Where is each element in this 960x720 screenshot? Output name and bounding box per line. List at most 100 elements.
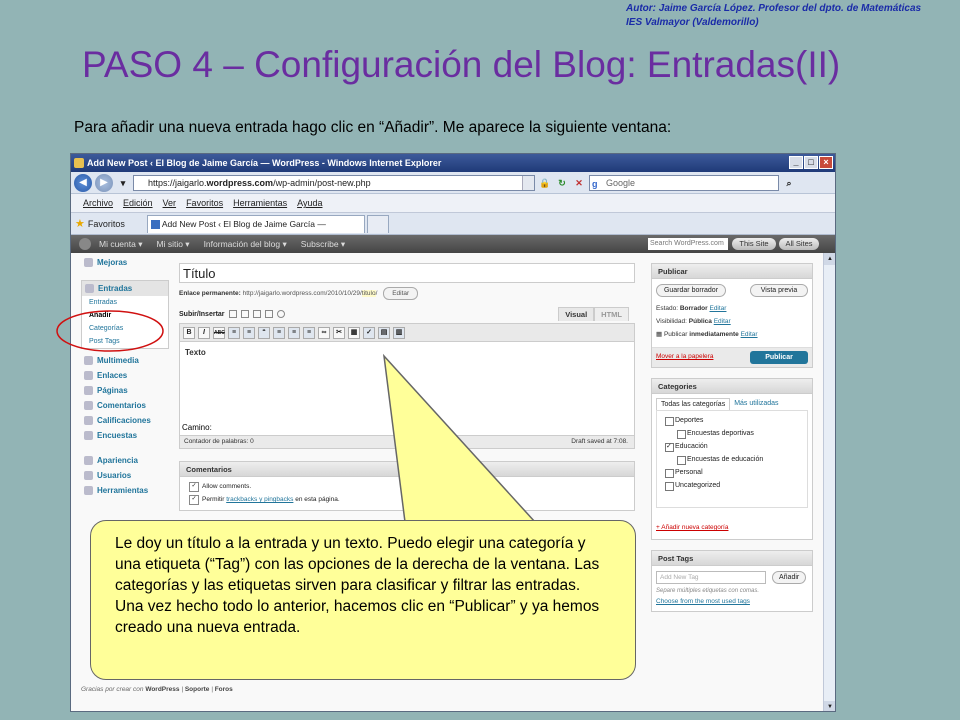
menu-archivo[interactable]: Archivo [83,198,113,208]
save-draft-button[interactable]: Guardar borrador [656,284,726,297]
italic-button[interactable]: I [198,326,210,339]
lock-icon[interactable]: 🔒 [538,176,552,190]
sidebar-item-multimedia[interactable]: Multimedia [81,353,169,368]
comments-box-header[interactable]: Comentarios [180,462,634,477]
numbered-list-button[interactable]: ≡ [243,326,255,339]
insert-link-button[interactable]: ∞ [318,326,330,339]
menu-ayuda[interactable]: Ayuda [297,198,322,208]
tab-most-used[interactable]: Más utilizadas [730,398,782,410]
strikethrough-button[interactable]: ABC [213,326,225,339]
new-tab-button[interactable] [366,214,389,233]
status-edit-link[interactable]: Editar [709,305,726,312]
add-video-icon[interactable] [240,310,249,318]
refresh-icon[interactable]: ↻ [555,176,569,190]
tab-visual[interactable]: Visual [558,307,595,321]
post-body-text[interactable]: Texto [180,342,634,363]
menu-herramientas[interactable]: Herramientas [233,198,287,208]
blockquote-button[interactable]: “ [258,326,270,339]
sidebar-sub-post-tags[interactable]: Post Tags [82,335,168,348]
trackbacks-link[interactable]: trackbacks y pingbacks [226,496,293,503]
add-poll-icon[interactable] [276,310,285,318]
category-checkbox-uncategorized[interactable]: Uncategorized [657,479,807,492]
sidebar-item-enlaces[interactable]: Enlaces [81,368,169,383]
adminbar-mi-sitio[interactable]: Mi sitio ▾ [156,239,189,250]
stop-icon[interactable]: ✕ [572,176,586,190]
forward-button[interactable]: ▶ [95,173,113,192]
publish-box-header[interactable]: Publicar [652,264,812,279]
menu-edicion[interactable]: Edición [123,198,153,208]
back-button[interactable]: ◀ [74,173,92,192]
spellcheck-button[interactable]: ✓ [363,326,375,339]
footer-support-link[interactable]: Soporte [185,686,210,693]
category-checkbox-personal[interactable]: Personal [657,466,807,479]
sidebar-sub-entradas[interactable]: Entradas [82,296,168,309]
maximize-icon[interactable]: □ [804,156,818,169]
vertical-scrollbar[interactable]: ▲ ▼ [823,253,835,711]
category-checkbox-deportes[interactable]: Deportes [657,414,807,427]
sidebar-item-herramientas[interactable]: Herramientas [81,483,169,498]
schedule-edit-link[interactable]: Editar [741,331,758,338]
choose-tags-link[interactable]: Choose from the most used tags [652,596,812,611]
browser-search-input[interactable]: g Google [589,174,779,191]
adminbar-subscribe[interactable]: Subscribe ▾ [301,239,345,250]
permalink-edit-button[interactable]: Editar [383,287,419,300]
post-title-input[interactable]: Título [179,263,635,283]
categories-box-header[interactable]: Categories [652,379,812,394]
visibility-edit-link[interactable]: Editar [714,318,731,325]
recent-pages-icon[interactable]: ▾ [116,176,130,190]
sidebar-sub-anadir[interactable]: Añadir [82,309,168,322]
tab-all-categories[interactable]: Todas las categorías [656,398,731,410]
bullet-list-button[interactable]: ≡ [228,326,240,339]
unlink-button[interactable]: ✂ [333,326,345,339]
bold-button[interactable]: B [183,326,195,339]
menu-favoritos[interactable]: Favoritos [186,198,223,208]
menu-ver[interactable]: Ver [163,198,177,208]
favorites-star-icon[interactable]: ★ [75,217,85,230]
category-checkbox-encuestas-educacion[interactable]: Encuestas de educación [657,453,807,466]
footer-wordpress-link[interactable]: WordPress [145,686,179,693]
post-tags-box-header[interactable]: Post Tags [652,551,812,566]
publish-button[interactable]: Publicar [750,351,808,364]
add-audio-icon[interactable] [252,310,261,318]
add-category-link[interactable]: + Añadir nueva categoría [652,522,812,539]
allow-trackbacks-checkbox[interactable]: Permitir trackbacks y pingbacks en esta … [180,493,634,506]
tab-html[interactable]: HTML [594,307,629,321]
move-to-trash-link[interactable]: Mover a la papelera [656,353,713,360]
scroll-up-icon[interactable]: ▲ [824,253,835,265]
sidebar-item-usuarios[interactable]: Usuarios [81,468,169,483]
sidebar-item-paginas[interactable]: Páginas [81,383,169,398]
this-site-button[interactable]: This Site [732,238,776,250]
add-tag-button[interactable]: Añadir [772,571,807,584]
insert-more-button[interactable]: ▦ [348,326,360,339]
scroll-down-icon[interactable]: ▼ [824,701,835,711]
preview-button[interactable]: Vista previa [750,284,808,297]
address-input[interactable]: https://jaigarlo.wordpress.com/wp-admin/… [133,174,535,191]
sidebar-item-encuestas[interactable]: Encuestas [81,428,169,443]
minimize-icon[interactable]: _ [789,156,803,169]
sidebar-item-apariencia[interactable]: Apariencia [81,453,169,468]
new-tag-input[interactable]: Add New Tag [656,571,766,584]
favorites-label[interactable]: Favoritos [88,219,125,229]
adminbar-info-blog[interactable]: Información del blog ▾ [204,239,287,250]
add-media-icon[interactable] [264,310,273,318]
wordpress-logo-icon[interactable] [79,238,91,250]
add-image-icon[interactable] [228,310,237,318]
browser-tab-active[interactable]: Add New Post ‹ El Blog de Jaime García —… [146,214,365,246]
sidebar-item-mejoras[interactable]: Mejoras [81,255,169,270]
fullscreen-button[interactable]: ▤ [378,326,390,339]
sidebar-item-calificaciones[interactable]: Calificaciones [81,413,169,428]
category-checkbox-encuestas-deportivas[interactable]: Encuestas deportivas [657,427,807,440]
align-right-button[interactable]: ≡ [303,326,315,339]
kitchen-sink-button[interactable]: ▥ [393,326,405,339]
align-center-button[interactable]: ≡ [288,326,300,339]
all-sites-button[interactable]: All Sites [779,238,819,250]
search-icon[interactable]: ⌕ [782,176,796,190]
sidebar-sub-categorias[interactable]: Categorías [82,322,168,335]
allow-comments-checkbox[interactable]: Allow comments. [180,480,634,493]
adminbar-search-input[interactable]: Search WordPress.com [648,238,728,250]
address-dropdown-icon[interactable] [522,175,534,190]
adminbar-mi-cuenta[interactable]: Mi cuenta ▾ [99,239,142,250]
footer-forums-link[interactable]: Foros [215,686,233,693]
align-left-button[interactable]: ≡ [273,326,285,339]
close-icon[interactable]: × [819,156,833,169]
